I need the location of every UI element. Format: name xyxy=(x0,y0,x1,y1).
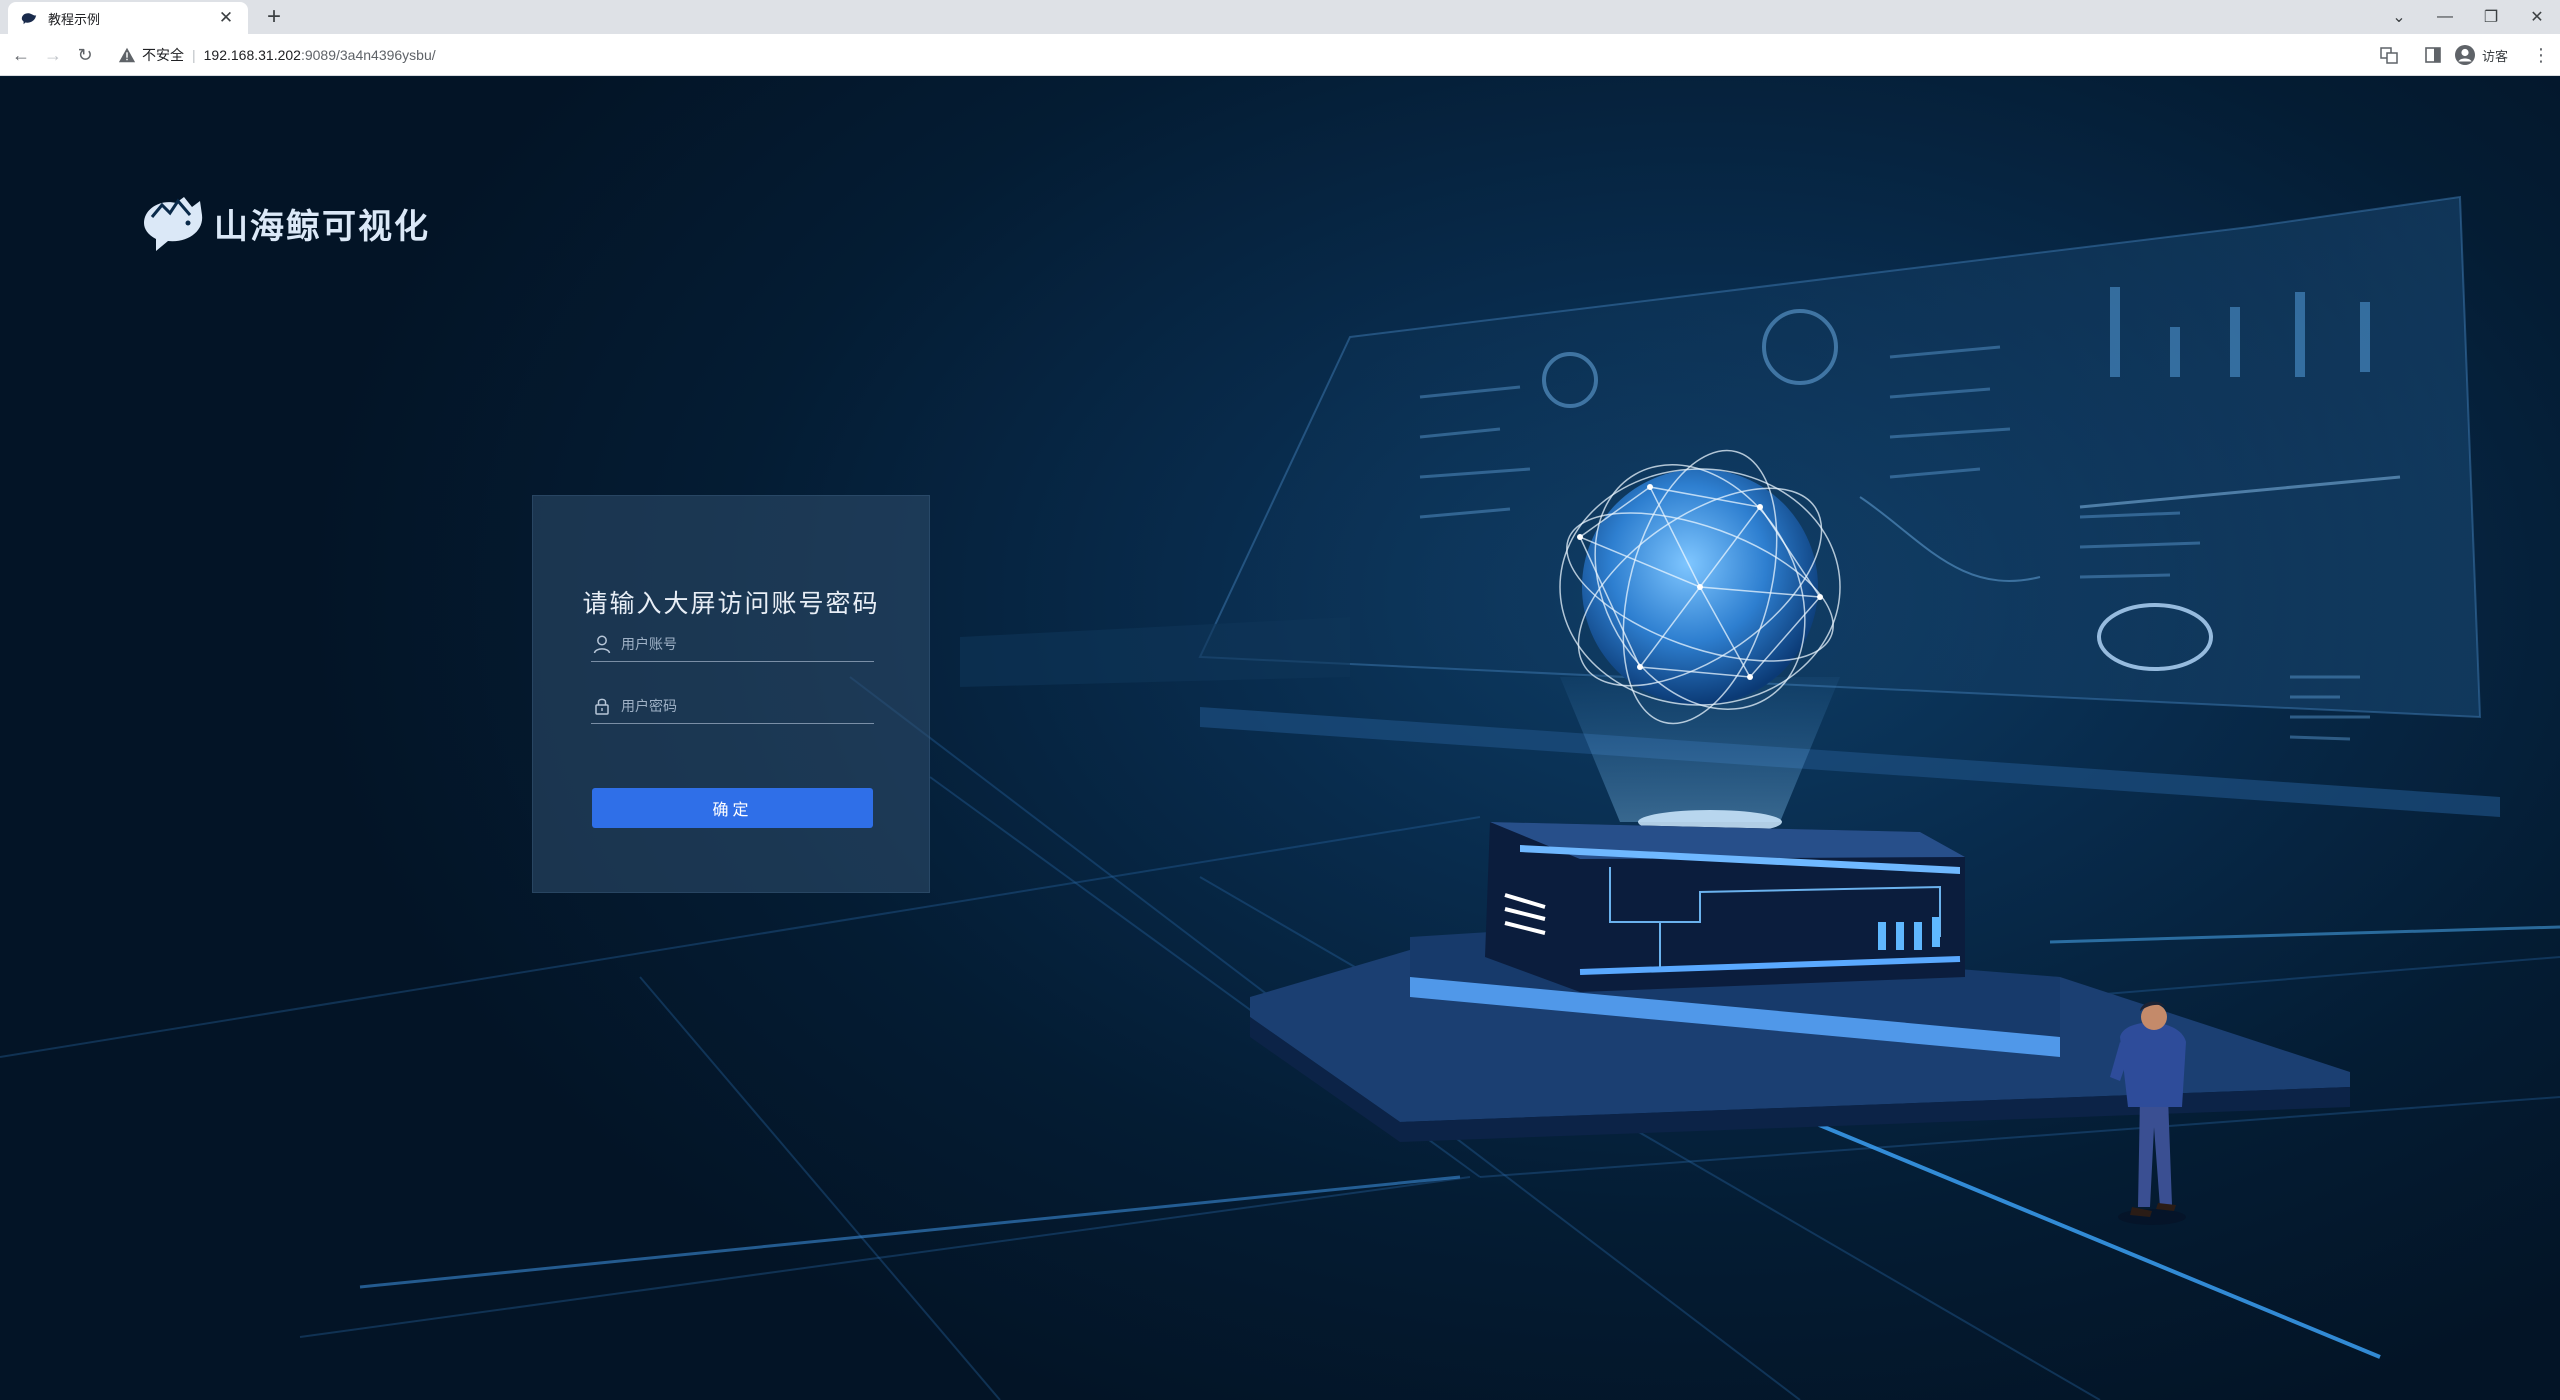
side-panel-icon[interactable] xyxy=(2424,40,2442,70)
url-path: :9089/3a4n4396ysbu/ xyxy=(300,47,436,63)
translate-icon[interactable] xyxy=(2380,40,2398,70)
more-menu-icon[interactable]: ⋮ xyxy=(2532,40,2550,70)
new-tab-button[interactable]: + xyxy=(260,4,288,32)
browser-toolbar: ← → ↻ 不安全 | 192.168.31.202 :9089/3a4n439… xyxy=(0,34,2560,76)
address-bar[interactable]: 不安全 | 192.168.31.202 :9089/3a4n4396ysbu/ xyxy=(104,39,2464,71)
tab-title: 教程示例 xyxy=(48,11,101,27)
minimize-button[interactable]: — xyxy=(2422,0,2468,34)
tab-close-icon[interactable]: ✕ xyxy=(216,8,236,28)
url-host: 192.168.31.202 xyxy=(203,47,301,63)
close-window-button[interactable]: ✕ xyxy=(2514,0,2560,34)
whale-favicon-icon xyxy=(21,13,37,25)
login-title: 请输入大屏访问账号密码 xyxy=(582,590,880,618)
browser-tab-bar: 教程示例 ✕ + ⌄ — ❐ ✕ xyxy=(0,0,2560,34)
brand-logo: 山海鲸可视化 xyxy=(138,193,430,253)
restore-button[interactable]: ❐ xyxy=(2468,0,2514,34)
confirm-button[interactable]: 确定 xyxy=(592,788,873,828)
password-input[interactable] xyxy=(621,697,874,714)
warning-icon xyxy=(118,47,136,63)
password-field xyxy=(591,688,874,724)
whale-logo-icon xyxy=(144,197,203,251)
logo-text: 山海鲸可视化 xyxy=(214,207,430,246)
lock-icon xyxy=(595,698,609,715)
profile-label: 访客 xyxy=(2482,48,2509,64)
forward-icon[interactable]: → xyxy=(38,40,68,70)
login-card: 请输入大屏访问账号密码 确定 xyxy=(532,495,930,893)
back-icon[interactable]: ← xyxy=(6,40,36,70)
username-input[interactable] xyxy=(621,635,874,652)
browser-tab[interactable]: 教程示例 ✕ xyxy=(8,2,248,34)
background-illustration xyxy=(0,195,2560,1400)
reload-icon[interactable]: ↻ xyxy=(70,40,100,70)
avatar-icon xyxy=(2455,45,2475,65)
profile-button[interactable]: 访客 xyxy=(2454,40,2508,70)
address-divider: | xyxy=(192,47,196,63)
security-label: 不安全 xyxy=(142,47,184,63)
page-viewport: 山海鲸可视化 请输入大屏访问账号密码 确定 xyxy=(0,77,2560,1400)
tab-search-icon[interactable]: ⌄ xyxy=(2376,0,2422,34)
username-field xyxy=(591,626,874,662)
user-icon xyxy=(593,635,611,653)
